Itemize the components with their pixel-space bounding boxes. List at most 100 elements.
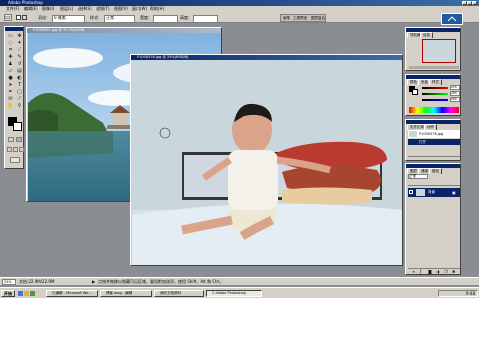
baby-photo [132, 60, 402, 265]
new-selection-icon[interactable] [16, 15, 21, 20]
zoom-tool-icon[interactable]: ⚲ [16, 103, 23, 109]
clone-stamp-icon[interactable]: ♟ [7, 61, 14, 67]
eraser-tool-icon[interactable]: ▱ [7, 68, 14, 74]
task-blog[interactable]: 博客 blog - 编辑 [100, 290, 152, 297]
zoom-field[interactable]: 25% [2, 279, 16, 285]
green-value[interactable]: 255 [450, 91, 460, 96]
taskbar: 开始 已编辑 - Microsoft Wo... 博客 blog - 编辑 我的… [0, 287, 479, 298]
history-panel: 历史记录 动作 P1000576.jpg 打开 [405, 119, 461, 161]
navigator-thumbnail[interactable] [422, 39, 456, 63]
width-label: 宽度: [140, 15, 150, 20]
slice-tool-icon[interactable]: ⟋ [16, 47, 23, 53]
style-select[interactable]: 正常 [104, 15, 135, 23]
blur-tool-icon[interactable]: ● [7, 75, 14, 81]
task-word[interactable]: 已编辑 - Microsoft Wo... [46, 290, 98, 297]
quickmask-mode-icon[interactable] [16, 137, 22, 142]
height-input[interactable] [193, 15, 218, 23]
red-value[interactable]: 255 [450, 85, 460, 90]
layer-name: 背景 [428, 190, 435, 194]
snapshot-thumbnail [409, 131, 417, 137]
move-tool-icon[interactable]: ✥ [16, 33, 23, 39]
media-icon[interactable] [30, 291, 35, 296]
task-photoshop[interactable]: 2 Adobe Photoshop [206, 290, 262, 297]
width-input[interactable] [153, 15, 178, 23]
height-label: 高度: [180, 15, 190, 20]
screen-mode-full-icon[interactable] [19, 147, 24, 152]
system-tray: 9:48 [438, 290, 478, 297]
palette-tab-comps[interactable]: 图层复合 [311, 16, 325, 21]
status-arrow-icon[interactable]: ▶ [92, 279, 95, 285]
palette-tab-presets[interactable]: 工具预设 [293, 16, 307, 21]
green-slider[interactable] [422, 93, 448, 95]
history-state[interactable]: 打开 [408, 139, 460, 145]
layer-style-icon[interactable]: ƒ [420, 269, 421, 274]
snapshot-label: P1000576.jpg [419, 132, 444, 136]
clock[interactable]: 9:48 [466, 291, 475, 296]
style-label: 样式: [90, 15, 100, 20]
doc-size: 文档:22.9M/22.9M [19, 279, 55, 284]
tab-paths[interactable]: 路径 [429, 168, 442, 174]
screen-mode-full-menu-icon[interactable] [13, 147, 18, 152]
notes-tool-icon[interactable]: ✉ [7, 96, 14, 102]
tab-info[interactable]: 信息 [420, 32, 433, 38]
imageready-jump-icon[interactable] [10, 157, 20, 163]
start-button[interactable]: 开始 [1, 290, 15, 297]
layers-footer: ∞ ƒ ◙ ◑ ❐ ✖ [408, 268, 460, 274]
new-layer-icon[interactable]: ❐ [444, 269, 448, 274]
screen-mode-standard-icon[interactable] [7, 147, 12, 152]
red-slider[interactable] [422, 87, 448, 89]
options-bar: ▭ 羽化: 0 像素 样式: 正常 宽度: 高度: 画笔 工具预设 图层复合 [0, 12, 479, 25]
link-icon[interactable]: ∞ [412, 269, 415, 274]
adjustment-icon[interactable]: ◑ [436, 269, 440, 274]
palette-tab-brushes[interactable]: 画笔 [283, 16, 290, 21]
task-folder[interactable]: 我的文档资料 [154, 290, 204, 297]
add-selection-icon[interactable] [22, 15, 27, 20]
brush-tool-icon[interactable]: ✎ [16, 54, 23, 60]
tab-styles[interactable]: 样式 [429, 79, 442, 85]
blue-slider[interactable] [422, 99, 448, 101]
layer-thumbnail [416, 189, 425, 196]
ie-icon[interactable] [18, 291, 23, 296]
close-button[interactable] [472, 1, 477, 5]
text-tool-icon[interactable]: T [16, 82, 23, 88]
background-color-swatch[interactable] [13, 122, 22, 131]
pen-tool-icon[interactable]: ✒ [7, 89, 14, 95]
feather-input[interactable]: 0 像素 [52, 15, 85, 23]
eyedropper-icon[interactable]: ⁄ [16, 96, 23, 102]
blue-value[interactable]: 255 [450, 97, 460, 102]
status-bar: 25% 文档:22.9M/22.9M ▶ 点按并拖移以隐藏可见区域，要用附加选项… [0, 277, 479, 285]
navigator-panel: 导航器 信息 [405, 27, 461, 71]
mask-icon[interactable]: ◙ [428, 269, 432, 274]
layers-panel: 图层 通道 路径 正常 背景 ▣ ∞ ƒ ◙ ◑ ❐ ✖ [405, 163, 461, 275]
toolbox: ▭ ✥ ◌ ✦ ⌗ ⟋ ✚ ✎ ♟ ↺ ▱ ▤ ● ◐ ➤ T ✒ ▢ ✉ ⁄ … [4, 26, 24, 169]
standard-mode-icon[interactable] [8, 137, 14, 142]
eye-icon[interactable] [409, 190, 413, 194]
zoom-value: 25% [4, 280, 12, 284]
navigator-zoom-slider[interactable] [409, 66, 459, 69]
status-hint: 点按并拖移以隐藏可见区域，要用附加选项，使用 Shift、Alt 和 Ctrl。 [98, 279, 224, 284]
color-ramp[interactable] [409, 107, 459, 113]
history-footer [408, 156, 460, 160]
gradient-tool-icon[interactable]: ▤ [16, 68, 23, 74]
lasso-tool-icon[interactable]: ◌ [7, 40, 14, 46]
lock-bar [408, 181, 460, 186]
marquee-tool-icon[interactable]: ▭ [7, 33, 14, 39]
document-window-baby[interactable]: P1000576.jpg @ 25%(RGB/8) [130, 54, 403, 266]
hand-tool-icon[interactable]: ✋ [7, 103, 14, 109]
shape-tool-icon[interactable]: ▢ [16, 89, 23, 95]
crop-tool-icon[interactable]: ⌗ [7, 47, 14, 53]
desktop-icon[interactable] [24, 291, 29, 296]
dodge-tool-icon[interactable]: ◐ [16, 75, 23, 81]
marquee-tool-icon[interactable]: ▭ [4, 14, 12, 21]
blend-mode-select[interactable]: 正常 [408, 174, 428, 179]
history-brush-icon[interactable]: ↺ [16, 61, 23, 67]
path-select-icon[interactable]: ➤ [7, 82, 14, 88]
healing-brush-icon[interactable]: ✚ [7, 54, 14, 60]
layer-row-background[interactable]: 背景 ▣ [408, 188, 460, 197]
trash-icon[interactable]: ✖ [452, 269, 455, 274]
feather-label: 羽化: [38, 15, 48, 20]
color-background[interactable] [412, 89, 418, 95]
photoshop-logo[interactable] [441, 13, 463, 25]
history-snapshot[interactable]: P1000576.jpg [408, 130, 460, 138]
magic-wand-icon[interactable]: ✦ [16, 40, 23, 46]
